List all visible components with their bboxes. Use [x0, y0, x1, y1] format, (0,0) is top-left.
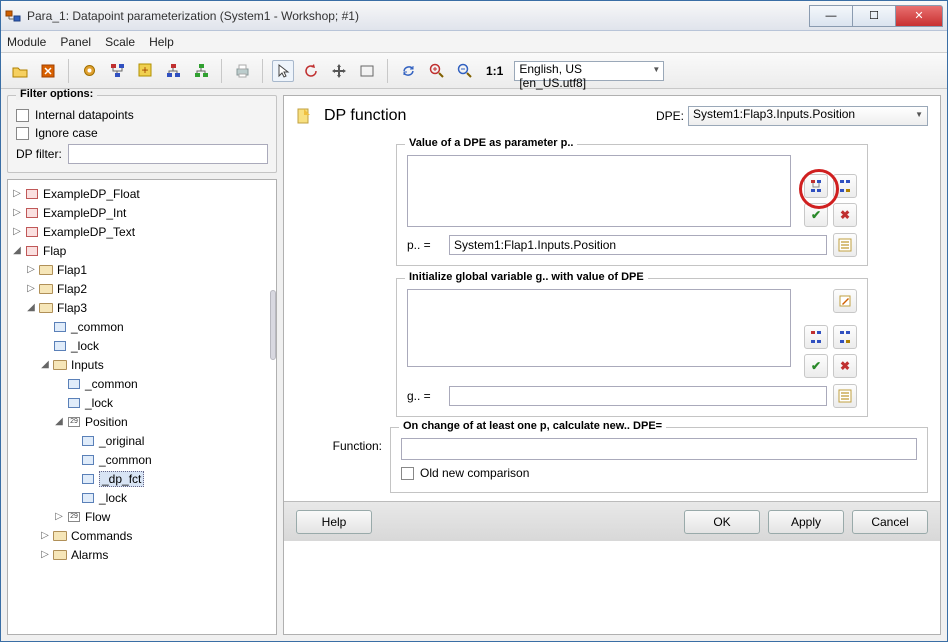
menu-help[interactable]: Help [149, 35, 174, 49]
group-g-init: Initialize global variable g.. with valu… [396, 278, 868, 417]
list-g-button[interactable] [833, 384, 857, 408]
refresh-icon[interactable] [397, 60, 419, 82]
app-icon [5, 8, 21, 24]
edit-button[interactable] [833, 289, 857, 313]
maximize-button[interactable]: ☐ [852, 5, 896, 27]
menubar: Module Panel Scale Help [1, 31, 947, 53]
p-list[interactable] [407, 155, 791, 227]
dp-sel-g1-button[interactable] [804, 325, 828, 349]
cancel-button[interactable]: Cancel [852, 510, 928, 534]
detail-panel: DP function DPE: System1:Flap3.Inputs.Po… [283, 95, 941, 635]
ratio-button[interactable]: 1:1 [481, 60, 508, 82]
svg-text:+: + [141, 63, 148, 77]
close-panel-icon[interactable] [37, 60, 59, 82]
zoom-in-icon[interactable] [425, 60, 447, 82]
move-icon[interactable] [328, 60, 350, 82]
delete-g-button[interactable]: ✖ [833, 354, 857, 378]
internal-dp-checkbox[interactable]: Internal datapoints [16, 108, 268, 122]
filter-legend: Filter options: [16, 89, 97, 100]
hier1-icon[interactable] [162, 60, 184, 82]
tree-item-selected[interactable]: _dp_fct [10, 469, 274, 488]
minimize-button[interactable]: — [809, 5, 853, 27]
app-window: Para_1: Datapoint parameterization (Syst… [0, 0, 948, 642]
ignore-case-checkbox[interactable]: Ignore case [16, 126, 268, 140]
dp-sel-g2-button[interactable] [833, 325, 857, 349]
help-button[interactable]: Help [296, 510, 372, 534]
filter-options: Filter options: Internal datapoints Igno… [7, 95, 277, 173]
open-icon[interactable] [9, 60, 31, 82]
list-button[interactable] [833, 233, 857, 257]
delete-button[interactable]: ✖ [833, 203, 857, 227]
print-icon[interactable] [231, 60, 253, 82]
group-p-param: Value of a DPE as parameter p.. ✔ ✖ p.. … [396, 144, 868, 266]
language-select[interactable]: English, US [en_US.utf8] [514, 61, 664, 81]
group-function: On change of at least one p, calculate n… [390, 427, 928, 493]
tree-icon[interactable] [106, 60, 128, 82]
p-value[interactable]: System1:Flap1.Inputs.Position [449, 235, 827, 255]
dpe-select[interactable]: System1:Flap3.Inputs.Position [688, 106, 928, 126]
old-new-checkbox[interactable]: Old new comparison [401, 466, 917, 480]
scrollbar-thumb[interactable] [270, 290, 276, 360]
menu-scale[interactable]: Scale [105, 35, 135, 49]
menu-module[interactable]: Module [7, 35, 46, 49]
dpe-label: DPE: [656, 109, 684, 123]
accept-g-button[interactable]: ✔ [804, 354, 828, 378]
dp-filter-input[interactable] [68, 144, 268, 164]
panel-heading: DP function [324, 107, 406, 125]
gear-icon[interactable] [78, 60, 100, 82]
hier2-icon[interactable] [190, 60, 212, 82]
window-title: Para_1: Datapoint parameterization (Syst… [27, 9, 810, 23]
menu-panel[interactable]: Panel [60, 35, 91, 49]
cursor-icon[interactable] [272, 60, 294, 82]
function-label: Function: [296, 427, 382, 453]
dp-function-icon [296, 107, 314, 125]
folder-icon [38, 263, 54, 277]
rect-icon[interactable] [356, 60, 378, 82]
apply-button[interactable]: Apply [768, 510, 844, 534]
ok-button[interactable]: OK [684, 510, 760, 534]
rotate-icon[interactable] [300, 60, 322, 82]
node-add-icon[interactable]: + [134, 60, 156, 82]
struct-icon [24, 187, 40, 201]
close-button[interactable]: ✕ [895, 5, 943, 27]
g-value-input[interactable] [449, 386, 827, 406]
button-bar: Help OK Apply Cancel [284, 501, 940, 541]
g-list[interactable] [407, 289, 791, 367]
dp-select-button-highlighted[interactable] [804, 174, 828, 198]
titlebar: Para_1: Datapoint parameterization (Syst… [1, 1, 947, 31]
datapoint-tree[interactable]: ▷ExampleDP_Float ▷ExampleDP_Int ▷Example… [7, 179, 277, 635]
dp-filter-label: DP filter: [16, 147, 62, 161]
window-buttons: — ☐ ✕ [810, 5, 943, 27]
toolbar: + 1:1 English, US [en_US.utf8] [1, 53, 947, 89]
function-input[interactable] [401, 438, 917, 460]
zoom-out-icon[interactable] [453, 60, 475, 82]
